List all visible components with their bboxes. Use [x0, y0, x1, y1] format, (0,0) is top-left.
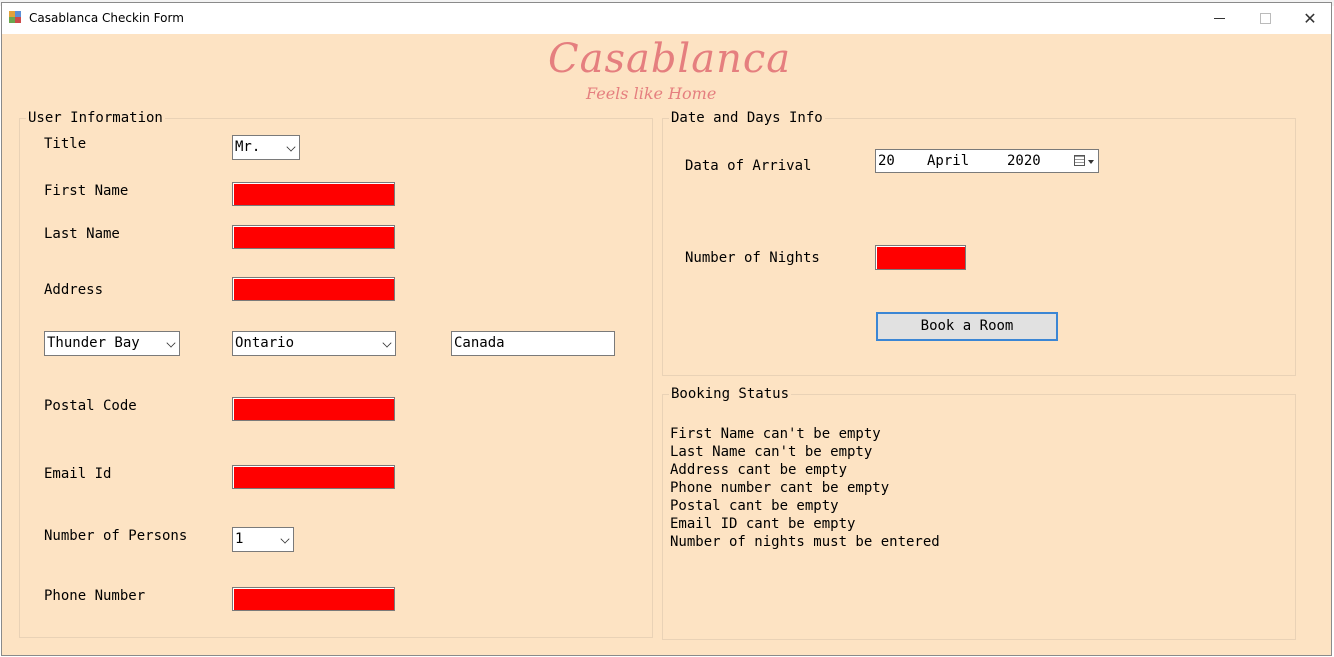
first-name-label: First Name — [44, 183, 129, 199]
country-field[interactable]: Canada — [451, 331, 615, 356]
booking-status-label: Booking Status — [669, 386, 792, 402]
email-field[interactable] — [232, 465, 395, 489]
title-select[interactable]: Mr. — [232, 135, 300, 160]
brand-tagline: Feels like Home — [586, 84, 717, 103]
user-information-label: User Information — [26, 110, 165, 126]
persons-select[interactable]: 1 — [232, 527, 294, 552]
date-days-label: Date and Days Info — [669, 110, 825, 126]
arrival-date-picker[interactable]: 20 April 2020 — [875, 149, 1099, 173]
province-select-value: Ontario — [235, 335, 295, 351]
booking-status-messages: First Name can't be empty Last Name can'… — [670, 425, 940, 551]
arrival-year: 2020 — [1007, 153, 1041, 169]
close-button[interactable]: ✕ — [1287, 3, 1333, 34]
email-label: Email Id — [44, 466, 112, 482]
arrival-label: Data of Arrival — [685, 158, 812, 174]
status-message: First Name can't be empty — [670, 426, 881, 442]
maximize-icon — [1260, 13, 1271, 24]
chevron-down-icon — [382, 338, 392, 348]
chevron-down-icon — [280, 534, 290, 544]
province-select[interactable]: Ontario — [232, 331, 396, 356]
postal-code-field[interactable] — [232, 397, 395, 421]
close-icon: ✕ — [1303, 9, 1317, 28]
status-message: Phone number cant be empty — [670, 480, 890, 496]
window-title: Casablanca Checkin Form — [29, 11, 184, 25]
phone-label: Phone Number — [44, 588, 146, 604]
phone-field[interactable] — [232, 587, 395, 611]
city-select-value: Thunder Bay — [47, 335, 140, 351]
persons-label: Number of Persons — [44, 528, 188, 544]
minimize-button[interactable] — [1196, 3, 1242, 34]
maximize-button[interactable] — [1242, 3, 1288, 34]
brand-title: Casablanca — [548, 36, 792, 82]
status-message: Address cant be empty — [670, 462, 848, 478]
address-label: Address — [44, 282, 104, 298]
calendar-icon[interactable] — [1074, 155, 1085, 166]
book-room-button[interactable]: Book a Room — [876, 312, 1058, 341]
status-message: Email ID cant be empty — [670, 516, 856, 532]
first-name-field[interactable] — [232, 182, 395, 206]
nights-label: Number of Nights — [685, 250, 820, 266]
address-field[interactable] — [232, 277, 395, 301]
status-message: Last Name can't be empty — [670, 444, 873, 460]
last-name-label: Last Name — [44, 226, 120, 242]
country-field-value: Canada — [454, 335, 505, 351]
app-icon — [9, 11, 22, 23]
arrival-month: April — [927, 153, 970, 169]
title-bar: Casablanca Checkin Form ✕ — [2, 3, 1331, 34]
minimize-icon — [1214, 18, 1225, 19]
dropdown-arrow-icon[interactable] — [1088, 160, 1094, 164]
persons-select-value: 1 — [235, 531, 244, 547]
status-message: Number of nights must be entered — [670, 534, 940, 550]
title-label: Title — [44, 136, 87, 152]
title-select-value: Mr. — [235, 139, 261, 155]
chevron-down-icon — [166, 338, 176, 348]
arrival-day: 20 — [878, 153, 895, 169]
chevron-down-icon — [286, 142, 296, 152]
status-message: Postal cant be empty — [670, 498, 839, 514]
postal-code-label: Postal Code — [44, 398, 137, 414]
last-name-field[interactable] — [232, 225, 395, 249]
city-select[interactable]: Thunder Bay — [44, 331, 180, 356]
nights-field[interactable] — [875, 245, 966, 270]
